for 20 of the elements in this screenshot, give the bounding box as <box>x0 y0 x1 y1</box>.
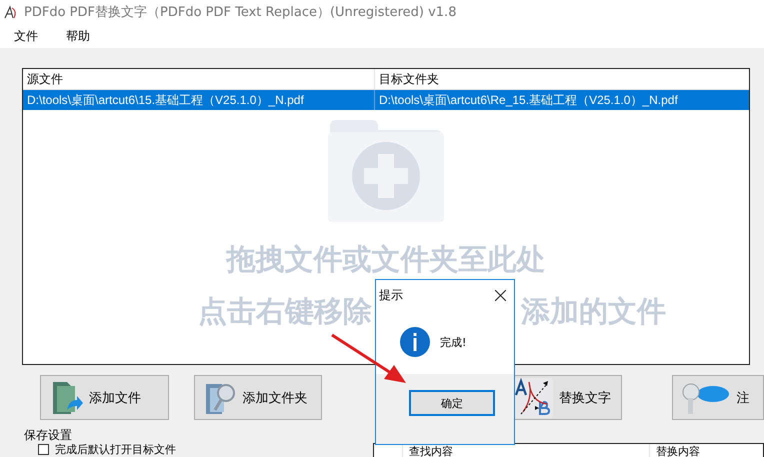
toolbar-button[interactable]: 注 <box>672 375 764 420</box>
table-cell-text: D:\tools\桌面\artcut6\Re_15.基础工程（V25.1.0）_N.pdf <box>378 92 679 108</box>
toolbar-button[interactable]: 添加文件 <box>40 375 169 420</box>
column-header[interactable]: 目标文件夹 <box>375 69 749 89</box>
remove-hint: 点击右键移除 <box>198 293 372 330</box>
checkbox-label: 完成后默认打开目标文件 <box>55 443 176 456</box>
menu-item[interactable]: 帮助 <box>62 26 94 46</box>
group-title: 保存设置 <box>23 428 73 442</box>
column-header[interactable]: 替换内容 <box>650 444 700 457</box>
file-row[interactable]: D:\tools\桌面\artcut6\15.基础工程（V25.1.0）_N.pdf D:\tools\桌面\artcut6\Re_15.基础工程（V25.1.0）_N.pdf <box>23 90 749 110</box>
table-cell: D:\tools\桌面\artcut6\15.基础工程（V25.1.0）_N.pdf <box>23 90 375 110</box>
column-header[interactable]: 源文件 <box>23 69 375 89</box>
dialog-message: 完成! <box>440 334 466 350</box>
ok-button[interactable]: 确定 <box>409 390 495 416</box>
toolbar-button[interactable]: 添加文件夹 <box>194 375 322 420</box>
menu-item[interactable]: 文件 <box>10 26 42 46</box>
dialog-title: 提示 <box>379 286 403 304</box>
drop-hint: 拖拽文件或文件夹至此处 <box>226 241 546 278</box>
window-title: PDFdo PDF替换文字（PDFdo PDF Text Replace）(Unregistered) v1.8 <box>24 4 456 21</box>
remove-hint: 添加的文件 <box>521 293 666 330</box>
